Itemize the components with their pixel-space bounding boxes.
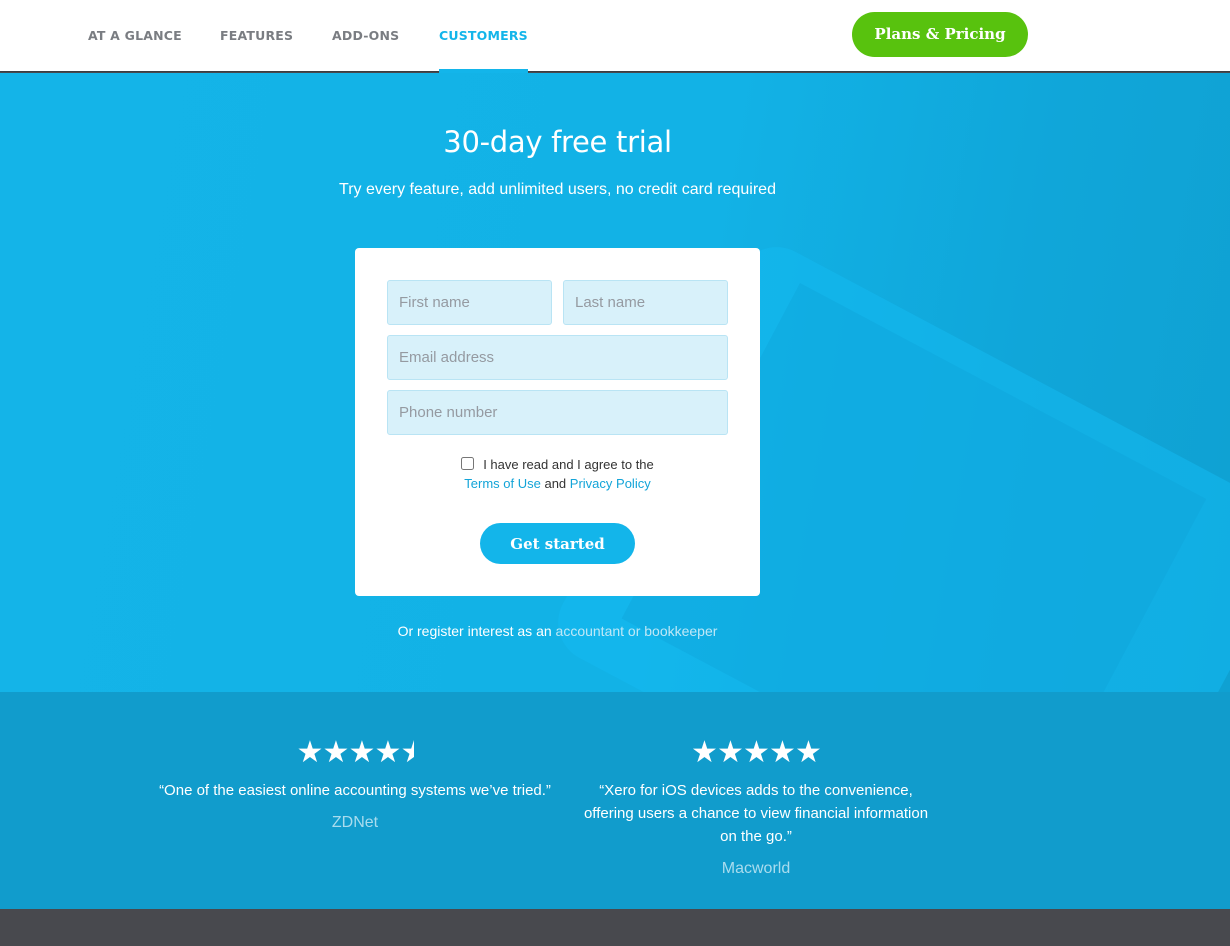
footer [0,909,1230,946]
review-quote: “Xero for iOS devices adds to the conven… [583,782,929,845]
star-icon: ★ [795,736,826,769]
review-quote: “One of the easiest online accounting sy… [159,782,551,799]
star-icon: ★ [691,736,722,769]
top-navigation: AT A GLANCE FEATURES ADD-ONS CUSTOMERS P… [0,0,1230,73]
star-icon: ★ [743,736,774,769]
register-interest: Or register interest as an accountant or… [0,623,1115,639]
star-icon: ★ [322,736,354,769]
phone-input[interactable] [387,390,728,435]
nav-tab-at-a-glance[interactable]: AT A GLANCE [88,0,182,72]
star-rating: ★★★★★ [556,736,956,770]
star-icon: ★ [769,736,800,769]
accountant-bookkeeper-link[interactable]: accountant or bookkeeper [556,623,718,639]
get-started-button[interactable]: Get started [480,523,635,564]
agree-checkbox[interactable] [461,456,475,470]
nav-tab-customers[interactable]: CUSTOMERS [439,0,528,73]
agree-text: I have read and I agree to the [483,457,654,472]
email-input[interactable] [387,335,728,380]
star-icon: ★ [374,736,406,769]
hero-title: 30-day free trial [443,125,672,159]
review-card: ★★★★★ “One of the easiest online account… [150,692,560,832]
review-source: ZDNet [331,814,379,831]
hero-subtitle: Try every feature, add unlimited users, … [339,181,776,198]
review-source: Macworld [721,860,791,877]
half-star-icon: ★ [401,736,414,770]
terms-of-use-link[interactable]: Terms of Use [464,476,541,491]
nav-tab-features[interactable]: FEATURES [220,0,293,72]
terms-agreement: I have read and I agree to the Terms of … [355,455,760,493]
reviews-section: ★★★★★ “One of the easiest online account… [0,692,1230,909]
star-icon: ★ [348,736,380,769]
star-rating: ★★★★★ [150,736,560,770]
first-name-input[interactable] [387,280,552,325]
and-text: and [544,476,567,491]
review-card: ★★★★★ “Xero for iOS devices adds to the … [556,692,956,878]
privacy-policy-link[interactable]: Privacy Policy [570,476,651,491]
signup-form: I have read and I agree to the Terms of … [355,248,760,596]
nav-tab-add-ons[interactable]: ADD-ONS [332,0,399,72]
star-icon: ★ [296,736,328,769]
register-prefix: Or register interest as an [397,623,552,639]
last-name-input[interactable] [563,280,728,325]
plans-pricing-button[interactable]: Plans & Pricing [852,12,1028,57]
star-icon: ★ [717,736,748,769]
hero-section: 30-day free trial Try every feature, add… [0,73,1230,692]
